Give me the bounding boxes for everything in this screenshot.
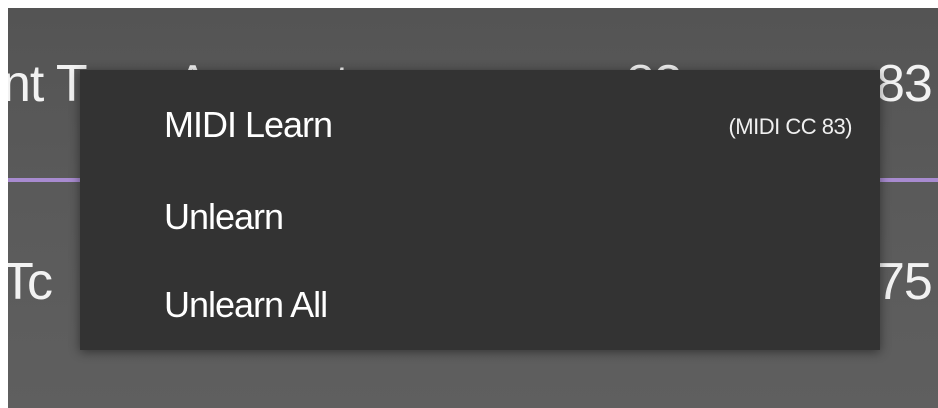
parameter-name: Tc [8, 253, 53, 311]
menu-item-unlearn[interactable]: Unlearn [80, 174, 880, 254]
menu-item-label: MIDI Learn [164, 104, 333, 145]
menu-item-cc-hint: (MIDI CC 83) [728, 114, 852, 139]
menu-item-unlearn-all[interactable]: Unlearn All [80, 262, 880, 342]
menu-item-label: Unlearn All [164, 284, 328, 325]
parameter-value: 83 [876, 55, 933, 113]
parameter-value: 75 [876, 253, 933, 311]
menu-item-midi-learn[interactable]: MIDI Learn (MIDI CC 83) [80, 82, 880, 162]
menu-item-label: Unlearn [164, 196, 284, 237]
context-menu: MIDI Learn (MIDI CC 83) Unlearn Unlearn … [80, 70, 880, 350]
plugin-panel: nt Tone Amount 83 83 Tc 75 MIDI Learn (M… [8, 8, 938, 408]
